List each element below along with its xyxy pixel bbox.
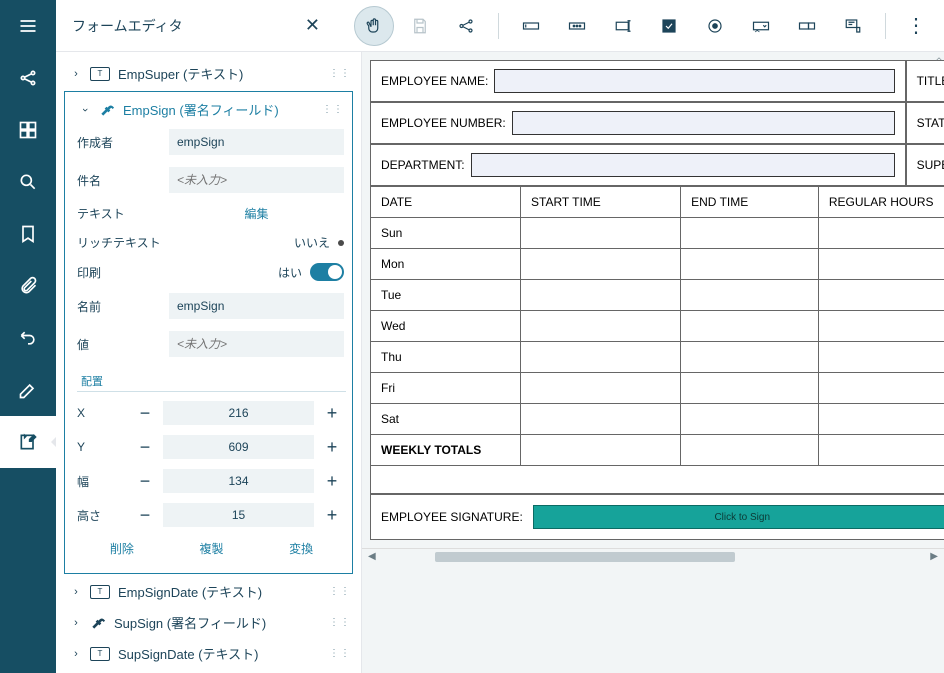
name-input[interactable] bbox=[169, 293, 344, 319]
edit-text-link[interactable]: 編集 bbox=[169, 205, 344, 222]
chevron-down-icon: › bbox=[79, 104, 91, 116]
share-icon[interactable] bbox=[0, 52, 56, 104]
table-row[interactable]: Mon bbox=[371, 249, 944, 280]
w-increment[interactable]: + bbox=[320, 468, 344, 494]
y-decrement[interactable]: − bbox=[133, 434, 157, 460]
field-item[interactable]: › T EmpSignDate (テキスト) ⋮⋮ bbox=[56, 576, 361, 607]
table-row[interactable]: Wed bbox=[371, 311, 944, 342]
x-decrement[interactable]: − bbox=[133, 400, 157, 426]
signature-field[interactable]: Click to Sign bbox=[533, 505, 944, 529]
signature-icon bbox=[90, 615, 106, 631]
checkbox-icon[interactable] bbox=[649, 6, 689, 46]
convert-button[interactable]: 変換 bbox=[289, 540, 313, 557]
table-row[interactable]: Fri bbox=[371, 373, 944, 404]
form-canvas[interactable]: EMPLOYEE NAME: TITLE: EMPLOYEE NUMBER: S… bbox=[362, 52, 944, 673]
creator-input[interactable] bbox=[169, 129, 344, 155]
y-value[interactable]: 609 bbox=[163, 435, 314, 459]
col-start: START TIME bbox=[521, 187, 681, 218]
more-icon[interactable]: ⋮ bbox=[898, 13, 934, 38]
button-field-icon[interactable] bbox=[833, 6, 873, 46]
close-icon[interactable]: ✕ bbox=[297, 15, 328, 36]
edit-icon[interactable] bbox=[0, 364, 56, 416]
menu-icon[interactable] bbox=[0, 0, 56, 52]
field-item[interactable]: › T EmpSuper (テキスト) ⋮⋮ bbox=[56, 58, 361, 89]
x-value[interactable]: 216 bbox=[163, 401, 314, 425]
page-title: フォームエディタ bbox=[66, 16, 183, 36]
text-field-glyph-icon: T bbox=[90, 647, 110, 661]
save-icon bbox=[400, 6, 440, 46]
password-field-icon[interactable] bbox=[557, 6, 597, 46]
signature-icon bbox=[99, 102, 115, 118]
w-decrement[interactable]: − bbox=[133, 468, 157, 494]
selected-field-block: › EmpSign (署名フィールド) ⋮⋮ 作成者 件名 テキスト編集 リッチ… bbox=[64, 91, 353, 574]
dept-input[interactable] bbox=[471, 153, 895, 177]
drag-icon[interactable]: ⋮⋮ bbox=[322, 107, 344, 113]
table-row[interactable]: Thu bbox=[371, 342, 944, 373]
radio-icon[interactable] bbox=[695, 6, 735, 46]
subject-input[interactable] bbox=[169, 167, 344, 193]
topbar: フォームエディタ ✕ ⋮ bbox=[56, 0, 944, 52]
print-toggle[interactable] bbox=[310, 263, 344, 281]
table-row[interactable]: Tue bbox=[371, 280, 944, 311]
listbox-icon[interactable] bbox=[787, 6, 827, 46]
emp-num-input[interactable] bbox=[512, 111, 895, 135]
w-value[interactable]: 134 bbox=[163, 469, 314, 493]
attachment-icon[interactable] bbox=[0, 260, 56, 312]
drag-icon[interactable]: ⋮⋮ bbox=[329, 71, 351, 77]
field-panel: › T EmpSuper (テキスト) ⋮⋮ › EmpSign (署名フィール… bbox=[56, 52, 362, 673]
table-row[interactable]: Sat bbox=[371, 404, 944, 435]
delete-button[interactable]: 削除 bbox=[110, 540, 134, 557]
table-row[interactable]: Sun bbox=[371, 218, 944, 249]
y-increment[interactable]: + bbox=[320, 434, 344, 460]
col-end: END TIME bbox=[681, 187, 819, 218]
col-reg: REGULAR HOURS bbox=[818, 187, 944, 218]
h-increment[interactable]: + bbox=[320, 502, 344, 528]
text-field-glyph-icon: T bbox=[90, 67, 110, 81]
form-editor-icon[interactable] bbox=[0, 416, 56, 468]
emp-name-input[interactable] bbox=[494, 69, 894, 93]
h-decrement[interactable]: − bbox=[133, 502, 157, 528]
duplicate-button[interactable]: 複製 bbox=[199, 540, 223, 557]
scroll-left-icon[interactable]: ◀ bbox=[368, 551, 376, 562]
combobox-icon[interactable] bbox=[741, 6, 781, 46]
toggle-off-indicator bbox=[338, 240, 344, 246]
search-icon[interactable] bbox=[0, 156, 56, 208]
bookmark-icon[interactable] bbox=[0, 208, 56, 260]
scroll-thumb[interactable] bbox=[435, 552, 736, 562]
text-field-icon[interactable] bbox=[511, 6, 551, 46]
layout-section-title: 配置 bbox=[77, 369, 346, 392]
col-date: DATE bbox=[371, 187, 521, 218]
drag-icon[interactable]: ⋮⋮ bbox=[329, 620, 351, 626]
text-input-icon[interactable] bbox=[603, 6, 643, 46]
drag-icon[interactable]: ⋮⋮ bbox=[329, 651, 351, 657]
chevron-right-icon: › bbox=[70, 586, 82, 598]
totals-row: WEEKLY TOTALS bbox=[371, 435, 944, 466]
value-input[interactable] bbox=[169, 331, 344, 357]
horizontal-scrollbar[interactable]: ◀ ▶ bbox=[362, 548, 944, 564]
pan-tool-icon[interactable] bbox=[354, 6, 394, 46]
grid-icon[interactable] bbox=[0, 104, 56, 156]
h-value[interactable]: 15 bbox=[163, 503, 314, 527]
x-increment[interactable]: + bbox=[320, 400, 344, 426]
share-tool-icon[interactable] bbox=[446, 6, 486, 46]
scroll-right-icon[interactable]: ▶ bbox=[930, 551, 938, 562]
field-item-selected[interactable]: › EmpSign (署名フィールド) ⋮⋮ bbox=[73, 96, 350, 123]
chevron-right-icon: › bbox=[70, 648, 82, 660]
chevron-right-icon: › bbox=[70, 617, 82, 629]
field-item[interactable]: › SupSign (署名フィールド) ⋮⋮ bbox=[56, 607, 361, 638]
spacer-row bbox=[371, 466, 944, 494]
scroll-up-icon[interactable] bbox=[936, 56, 942, 62]
drag-icon[interactable]: ⋮⋮ bbox=[329, 589, 351, 595]
field-item[interactable]: › T SupSignDate (テキスト) ⋮⋮ bbox=[56, 638, 361, 669]
chevron-right-icon: › bbox=[70, 68, 82, 80]
undo-icon[interactable] bbox=[0, 312, 56, 364]
text-field-glyph-icon: T bbox=[90, 585, 110, 599]
